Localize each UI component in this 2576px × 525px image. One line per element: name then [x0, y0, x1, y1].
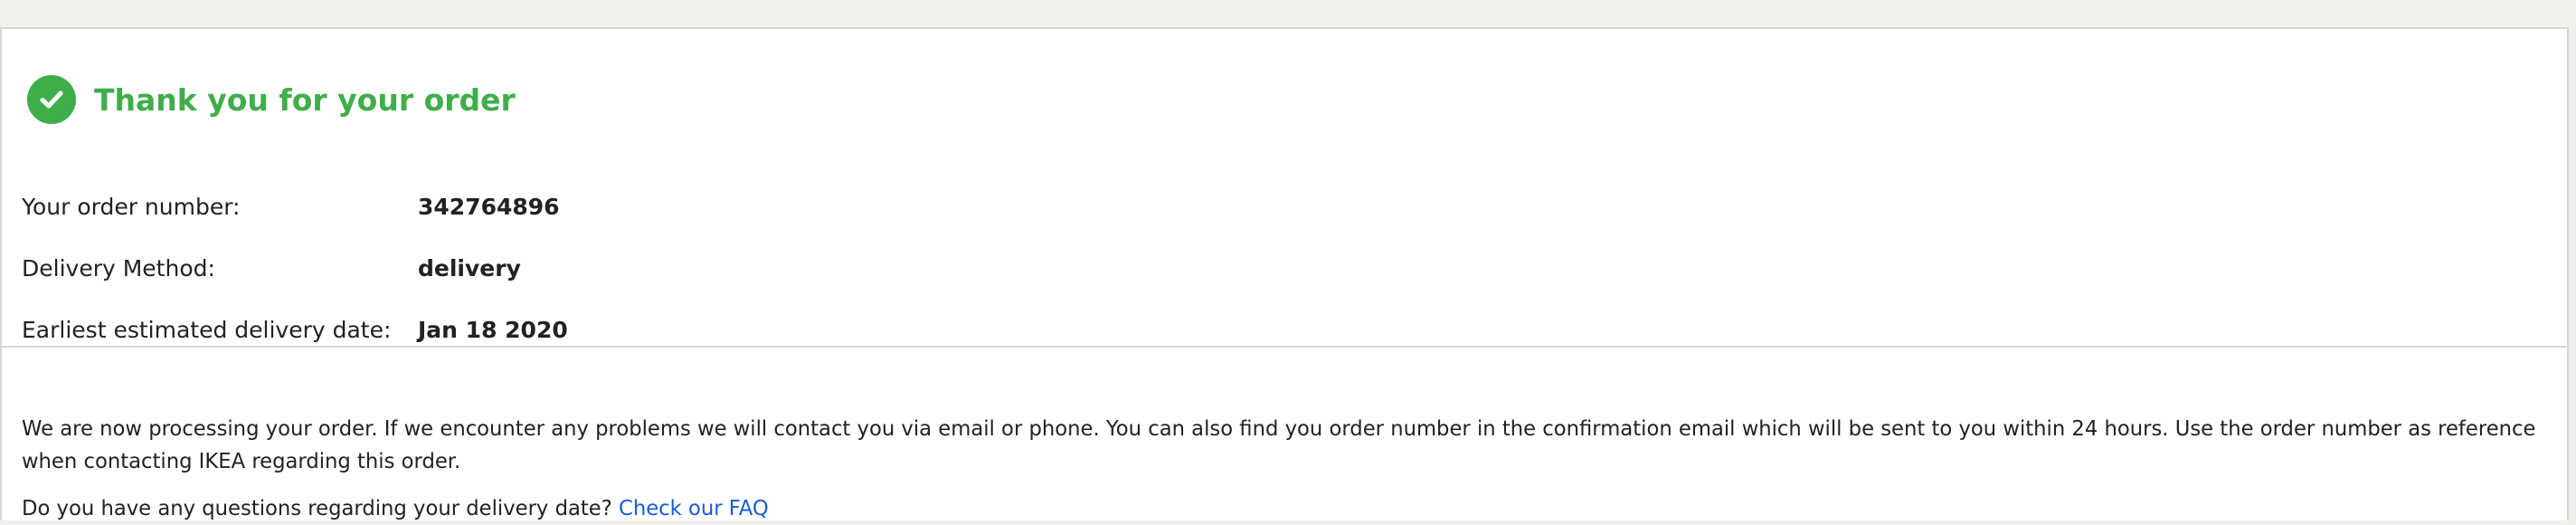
- delivery-method-row: Delivery Method: delivery: [22, 237, 568, 299]
- order-details: Your order number: 342764896 Delivery Me…: [22, 176, 568, 360]
- faq-link[interactable]: Check our FAQ: [619, 497, 769, 520]
- processing-message: We are now processing your order. If we …: [22, 417, 2536, 473]
- delivery-date-label: Earliest estimated delivery date:: [22, 316, 392, 343]
- faq-question: Do you have any questions regarding your…: [22, 492, 769, 525]
- order-confirmation-panel: Thank you for your order Your order numb…: [0, 27, 2569, 520]
- delivery-date-row: Earliest estimated delivery date: Jan 18…: [22, 299, 568, 360]
- order-number-label: Your order number:: [22, 193, 241, 220]
- section-divider: [2, 346, 2567, 348]
- faq-question-text: Do you have any questions regarding your…: [22, 497, 612, 520]
- check-circle-icon: [27, 75, 76, 124]
- delivery-date-value: Jan 18 2020: [418, 316, 568, 343]
- delivery-method-value: delivery: [418, 254, 521, 282]
- confirmation-title: Thank you for your order: [94, 81, 516, 118]
- confirmation-header: Thank you for your order: [27, 74, 516, 125]
- order-number-row: Your order number: 342764896: [22, 176, 568, 237]
- checkmark-icon: [40, 91, 63, 109]
- order-number-value: 342764896: [418, 193, 560, 220]
- delivery-method-label: Delivery Method:: [22, 254, 215, 282]
